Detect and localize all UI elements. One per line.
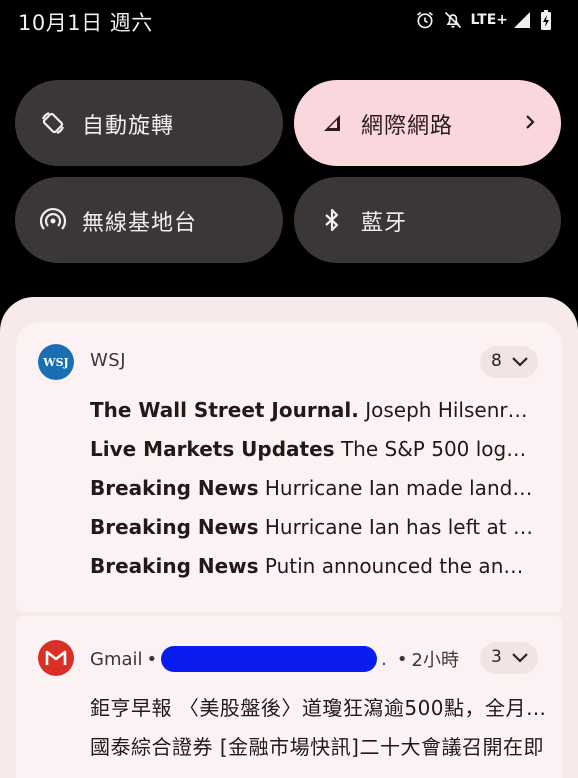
notification-count: 8 bbox=[491, 351, 502, 371]
separator-dot: • bbox=[146, 648, 158, 670]
tile-label: 自動旋轉 bbox=[82, 114, 175, 139]
chevron-down-icon bbox=[512, 357, 528, 367]
tile-bluetooth[interactable]: 藍牙 bbox=[294, 177, 561, 263]
tile-internet[interactable]: 網際網路 bbox=[294, 80, 561, 166]
truncation-dot: . bbox=[381, 648, 387, 670]
status-icons: LTE+ bbox=[415, 9, 552, 31]
message-title: The Wall Street Journal. bbox=[90, 398, 359, 422]
tile-label: 網際網路 bbox=[361, 114, 454, 139]
gmail-icon bbox=[45, 650, 67, 665]
expand-button[interactable]: 3 bbox=[480, 642, 538, 674]
hotspot-icon bbox=[39, 207, 67, 230]
list-item[interactable]: Live Markets Updates The S&P 500 logged … bbox=[90, 437, 536, 461]
signal-strength-icon bbox=[514, 12, 530, 28]
message-title: Breaking News bbox=[90, 554, 259, 578]
chevron-down-icon bbox=[512, 653, 528, 663]
auto-rotate-icon bbox=[41, 111, 65, 135]
status-date-time: 10月1日 週六 bbox=[18, 11, 153, 35]
gmail-header: Gmail • . • 2小時 bbox=[90, 646, 459, 672]
message-body: Hurricane Ian has left at least bbox=[258, 515, 536, 539]
message-title: Live Markets Updates bbox=[90, 437, 335, 461]
notification-count: 3 bbox=[491, 647, 502, 667]
chevron-right-icon[interactable] bbox=[519, 111, 541, 133]
notification-wsj[interactable]: WSJ WSJ 8 The Wall Street Journal. Josep… bbox=[16, 322, 562, 612]
list-item[interactable]: 鉅亨早報 〈美股盤後〉道瓊狂瀉逾500點，全月重挫 bbox=[90, 692, 550, 721]
wsj-icon-text: WSJ bbox=[43, 355, 69, 369]
wsj-app-icon: WSJ bbox=[38, 344, 74, 380]
message-body: The S&P 500 logged its worst month bbox=[340, 437, 536, 461]
status-bar: 10月1日 週六 LTE+ bbox=[0, 0, 578, 44]
battery-charging-icon bbox=[541, 10, 551, 30]
list-item[interactable]: 國泰綜合證券 [金融市場快訊]二十大會議召開在即 bbox=[90, 731, 550, 760]
message-body: Joseph Hilsenrath on the Fed bbox=[365, 398, 536, 422]
list-item[interactable]: Breaking News Putin announced the annexa… bbox=[90, 554, 536, 578]
alarm-icon bbox=[416, 11, 433, 29]
list-item[interactable]: The Wall Street Journal. Joseph Hilsenra… bbox=[90, 398, 536, 422]
bluetooth-icon bbox=[325, 208, 339, 232]
list-item[interactable]: Breaking News Hurricane Ian has left at … bbox=[90, 515, 536, 539]
tile-auto-rotate[interactable]: 自動旋轉 bbox=[15, 80, 283, 166]
separator-dot: • bbox=[396, 648, 408, 670]
notifications-off-icon bbox=[444, 11, 461, 29]
message-title: Breaking News bbox=[90, 476, 259, 500]
message-body: Hurricane Ian made landfall in South Car… bbox=[264, 476, 536, 500]
network-type-label: LTE+ bbox=[470, 12, 508, 28]
time-ago: 2小時 bbox=[411, 650, 459, 671]
app-name: WSJ bbox=[90, 350, 127, 371]
cellular-signal-icon bbox=[324, 115, 340, 131]
message-title: Breaking News bbox=[90, 515, 259, 539]
redacted-account bbox=[161, 646, 378, 672]
tile-hotspot[interactable]: 無線基地台 bbox=[15, 177, 283, 263]
gmail-app-icon bbox=[38, 640, 74, 676]
expand-button[interactable]: 8 bbox=[480, 346, 538, 378]
tile-label: 藍牙 bbox=[361, 211, 408, 236]
app-name: Gmail bbox=[90, 648, 143, 670]
tile-label: 無線基地台 bbox=[82, 211, 198, 236]
message-body: Putin announced the annexation bbox=[264, 554, 536, 578]
list-item[interactable]: Breaking News Hurricane Ian made landfal… bbox=[90, 476, 536, 500]
notification-gmail[interactable]: Gmail • . • 2小時 3 鉅亨早報 〈美股盤後〉道瓊狂瀉逾500點，全… bbox=[16, 616, 562, 778]
